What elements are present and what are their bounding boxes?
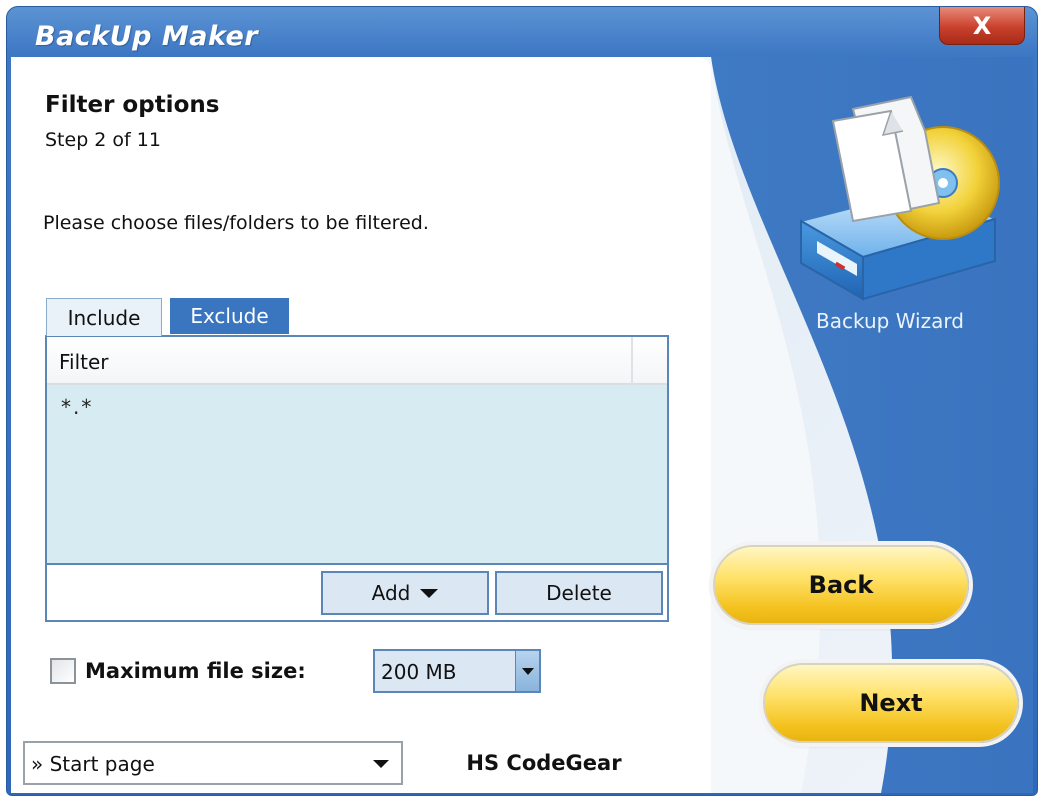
app-window: BackUp Maker X Filter options Step 2 of … bbox=[6, 6, 1038, 796]
wizard-caption: Backup Wizard bbox=[816, 309, 964, 333]
start-page-select[interactable]: » Start page bbox=[23, 741, 403, 785]
step-indicator: Step 2 of 11 bbox=[45, 129, 161, 151]
window-title: BackUp Maker bbox=[35, 21, 259, 52]
client-area: Filter options Step 2 of 11 Please choos… bbox=[11, 57, 1033, 793]
filter-list[interactable]: *.* bbox=[47, 385, 667, 565]
add-button[interactable]: Add bbox=[321, 571, 489, 615]
filter-list-header: Filter bbox=[47, 337, 667, 385]
filter-list-footer: Add Delete bbox=[47, 567, 667, 620]
back-button[interactable]: Back bbox=[713, 545, 969, 625]
chevron-down-icon bbox=[373, 760, 389, 768]
max-file-size-checkbox[interactable] bbox=[50, 658, 76, 684]
filter-list-panel: Filter *.* Add Delete bbox=[45, 335, 669, 622]
close-button[interactable]: X bbox=[939, 7, 1025, 45]
next-button[interactable]: Next bbox=[763, 663, 1019, 743]
max-file-size-select[interactable]: 200 MB bbox=[373, 649, 541, 693]
backup-drive-icon bbox=[798, 95, 1000, 301]
brand-label: HS CodeGear bbox=[417, 741, 671, 785]
close-icon: X bbox=[972, 11, 992, 40]
list-item[interactable]: *.* bbox=[61, 395, 93, 419]
tab-include-label: Include bbox=[67, 305, 141, 330]
dropdown-arrow-button[interactable] bbox=[515, 651, 539, 691]
tab-exclude[interactable]: Exclude bbox=[170, 298, 289, 334]
tab-include[interactable]: Include bbox=[46, 298, 162, 336]
max-file-size-value: 200 MB bbox=[381, 660, 457, 684]
page-title: Filter options bbox=[45, 92, 220, 118]
add-button-label: Add bbox=[371, 581, 411, 605]
start-page-value: » Start page bbox=[31, 752, 155, 776]
column-divider bbox=[631, 337, 633, 385]
tab-exclude-label: Exclude bbox=[190, 304, 269, 328]
chevron-down-icon bbox=[521, 667, 534, 675]
column-header-filter[interactable]: Filter bbox=[59, 350, 109, 374]
max-file-size-label: Maximum file size: bbox=[85, 659, 306, 683]
caret-down-icon bbox=[420, 588, 439, 598]
delete-button-label: Delete bbox=[546, 581, 612, 605]
instruction-text: Please choose files/folders to be filter… bbox=[43, 212, 429, 234]
back-button-label: Back bbox=[808, 571, 874, 599]
delete-button[interactable]: Delete bbox=[495, 571, 663, 615]
next-button-label: Next bbox=[859, 689, 923, 717]
